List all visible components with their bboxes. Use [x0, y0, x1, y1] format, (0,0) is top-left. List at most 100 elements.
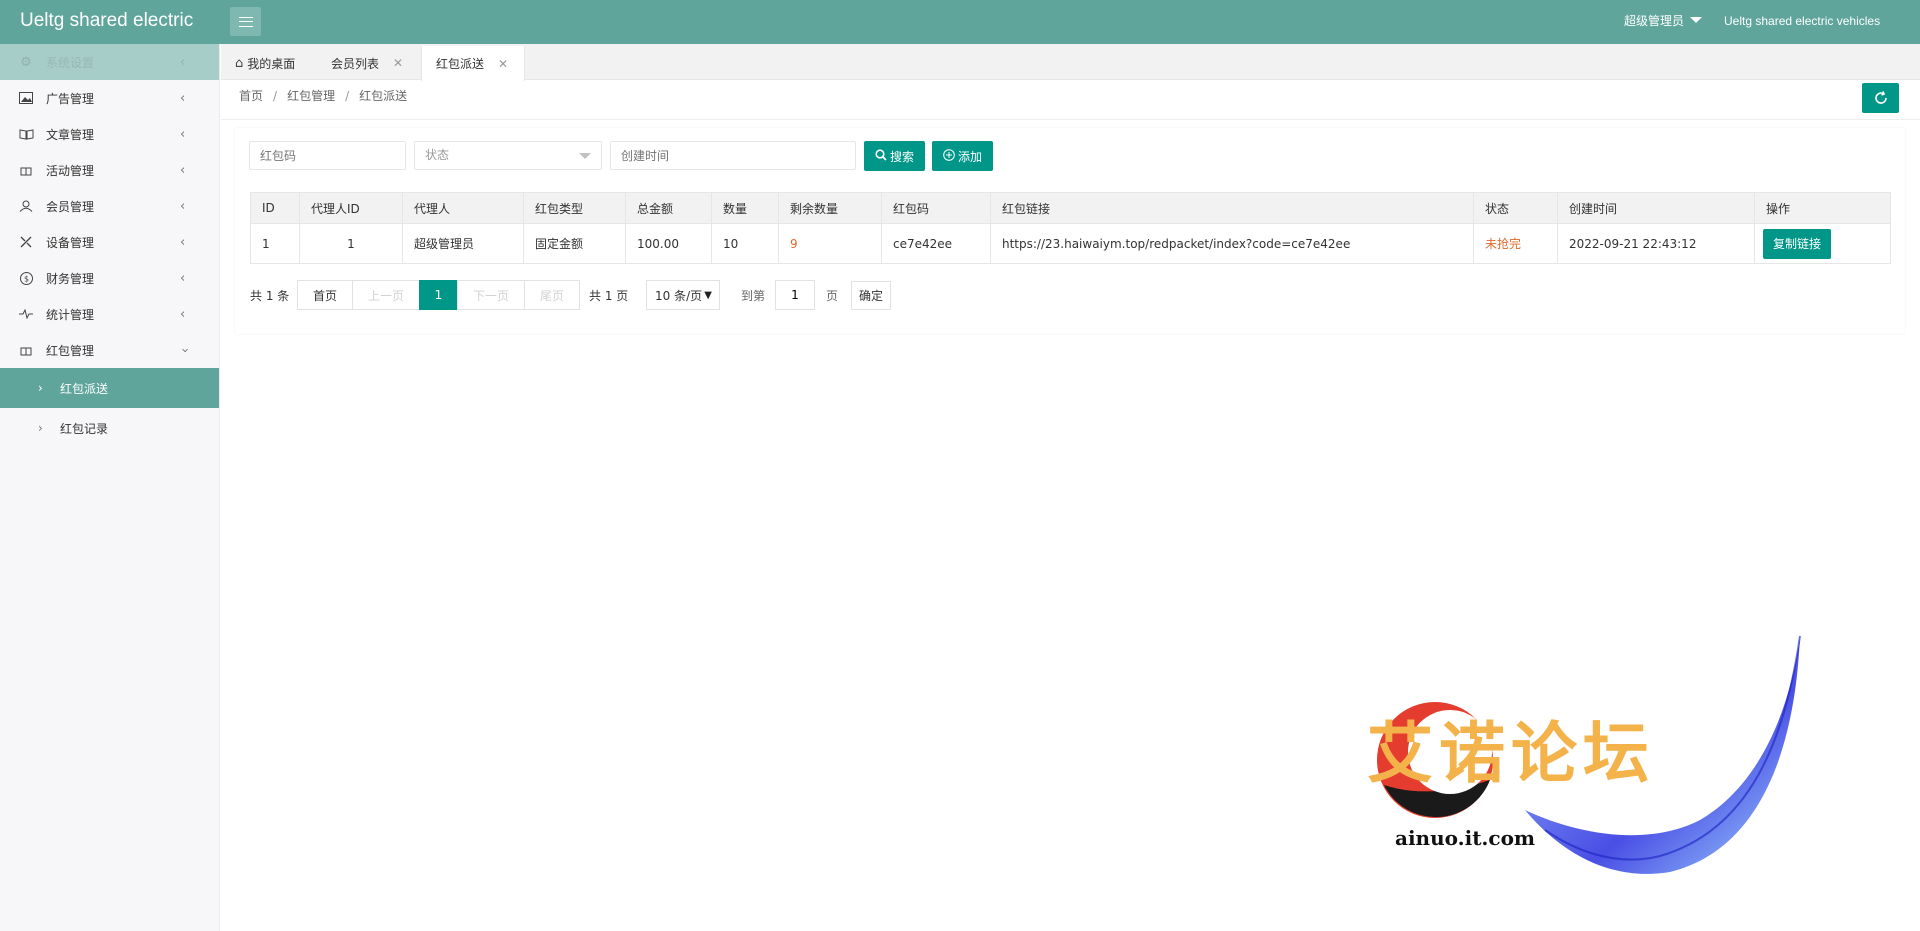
pagination-next-button[interactable]: 下一页	[457, 280, 525, 310]
tools-icon	[18, 234, 34, 250]
close-icon[interactable]: ✕	[393, 56, 403, 70]
book-icon	[18, 126, 34, 142]
breadcrumb-current: 红包派送	[359, 89, 408, 103]
chevron-right-icon: ›	[38, 381, 43, 395]
column-header-count: 数量	[711, 192, 779, 224]
gift-icon	[18, 342, 34, 358]
cell-agent-id: 1	[299, 223, 403, 264]
menu-toggle-button[interactable]	[230, 7, 261, 36]
per-page-value: 10 条/页	[655, 288, 703, 303]
status-select-placeholder: 状态	[425, 148, 450, 162]
cell-remaining: 9	[778, 223, 882, 264]
pagination-total: 共 1 条	[250, 289, 290, 303]
sidebar-item-statistics[interactable]: 统计管理 ‹	[0, 296, 219, 332]
pagination-first-button[interactable]: 首页	[297, 280, 353, 310]
cell-agent: 超级管理员	[402, 223, 524, 264]
app-logo[interactable]: Ueltg shared electric	[20, 0, 193, 44]
user-name: 超级管理员	[1624, 14, 1685, 28]
sidebar-item-devices[interactable]: 设备管理 ‹	[0, 224, 219, 260]
tab-label: 红包派送	[436, 57, 485, 71]
refresh-icon	[1874, 91, 1887, 104]
copy-link-button[interactable]: 复制链接	[1763, 228, 1831, 259]
user-menu[interactable]: 超级管理员	[1624, 0, 1703, 44]
cell-type: 固定金额	[523, 223, 626, 264]
chevron-left-icon: ‹	[180, 199, 186, 214]
table-header-row: ID 代理人ID 代理人 红包类型 总金额 数量 剩余数量 红包码 红包链接 状…	[250, 192, 1891, 224]
tab-label: 会员列表	[331, 56, 380, 71]
tab-member-list[interactable]: 会员列表 ✕	[331, 46, 403, 80]
cell-action: 复制链接	[1754, 223, 1891, 264]
column-header-agent-id: 代理人ID	[299, 192, 403, 224]
chevron-right-icon: ›	[38, 421, 43, 435]
users-icon	[18, 198, 34, 214]
pagination-current-page[interactable]: 1	[419, 280, 458, 310]
gift-icon	[18, 162, 34, 178]
table-row: 1 1 超级管理员 固定金额 100.00 10 9 ce7e42ee http…	[250, 223, 1891, 264]
chevron-down-icon: ▼	[704, 290, 712, 301]
plus-circle-icon	[943, 148, 955, 164]
add-button[interactable]: 添加	[932, 141, 993, 171]
pagination-last-button[interactable]: 尾页	[524, 280, 580, 310]
status-select[interactable]: 状态	[414, 141, 602, 170]
tab-desktop[interactable]: ⌂ 我的桌面	[235, 46, 295, 80]
search-button[interactable]: 搜索	[864, 141, 925, 171]
pagination-confirm-button[interactable]: 确定	[851, 281, 891, 310]
pagination-page-unit: 页	[826, 289, 839, 303]
sidebar-item-red-packet[interactable]: 红包管理 ‹	[0, 332, 219, 368]
breadcrumb: 首页 / 红包管理 / 红包派送	[239, 87, 408, 104]
chevron-left-icon: ‹	[180, 235, 186, 250]
sidebar-item-articles[interactable]: 文章管理 ‹	[0, 116, 219, 152]
pulse-icon	[18, 306, 34, 322]
column-header-link: 红包链接	[990, 192, 1474, 224]
red-packet-code-input[interactable]	[249, 141, 406, 170]
column-header-agent: 代理人	[402, 192, 524, 224]
per-page-select[interactable]: 10 条/页 ▼	[646, 280, 720, 310]
column-header-type: 红包类型	[523, 192, 626, 224]
sidebar-item-activities[interactable]: 活动管理 ‹	[0, 152, 219, 188]
sidebar-item-finance[interactable]: $ 财务管理 ‹	[0, 260, 219, 296]
cell-status: 未抢完	[1473, 223, 1558, 264]
chevron-down-icon: ‹	[178, 347, 194, 354]
breadcrumb-red-packet[interactable]: 红包管理	[287, 87, 335, 104]
cell-link: https://23.haiwaiym.top/redpacket/index?…	[990, 223, 1474, 264]
column-header-total: 总金额	[625, 192, 712, 224]
created-time-input[interactable]	[610, 141, 856, 170]
triangle-down-icon	[579, 153, 591, 159]
tab-label: 我的桌面	[247, 56, 296, 71]
refresh-button[interactable]	[1862, 83, 1899, 113]
breadcrumb-home[interactable]: 首页	[239, 87, 263, 104]
sidebar-item-ads[interactable]: 广告管理 ‹	[0, 80, 219, 116]
top-header: Ueltg shared electric 超级管理员 Ueltg shared…	[0, 0, 1920, 44]
sidebar-subitem-label: 红包派送	[60, 381, 109, 396]
svg-text:$: $	[23, 274, 28, 283]
sidebar-item-label: 财务管理	[46, 271, 95, 286]
chevron-left-icon: ‹	[180, 307, 186, 322]
pagination-page-count: 共 1 页	[589, 289, 629, 303]
sidebar-item-label: 统计管理	[46, 307, 95, 322]
sidebar-item-label: 设备管理	[46, 235, 95, 250]
close-icon[interactable]: ✕	[498, 57, 508, 71]
red-packet-table: ID 代理人ID 代理人 红包类型 总金额 数量 剩余数量 红包码 红包链接 状…	[250, 192, 1891, 264]
pagination-prev-button[interactable]: 上一页	[352, 280, 420, 310]
cell-id: 1	[250, 223, 300, 264]
chevron-left-icon: ‹	[180, 163, 186, 178]
search-icon	[875, 148, 887, 164]
sidebar-item-label: 红包管理	[46, 343, 95, 358]
site-name-link[interactable]: Ueltg shared electric vehicles	[1724, 0, 1880, 44]
watermark-url: ainuo.it.com	[1395, 826, 1536, 850]
column-header-status: 状态	[1473, 192, 1558, 224]
sidebar-subitem-red-packet-send[interactable]: › 红包派送	[0, 368, 219, 408]
column-header-created: 创建时间	[1557, 192, 1755, 224]
sidebar-item-label: 广告管理	[46, 91, 95, 106]
pagination-page-input[interactable]	[775, 280, 815, 310]
pagination-goto-label: 到第	[741, 289, 766, 303]
sidebar-item-label: 活动管理	[46, 163, 95, 178]
sidebar-item-system-settings[interactable]: ⚙ 系统设置 ‹	[0, 44, 219, 80]
image-icon	[18, 90, 34, 106]
column-header-action: 操作	[1754, 192, 1891, 224]
sidebar-subitem-red-packet-records[interactable]: › 红包记录	[0, 408, 219, 448]
tab-red-packet-send[interactable]: 红包派送 ✕	[421, 46, 525, 81]
dollar-icon: $	[18, 270, 34, 286]
sidebar-item-members[interactable]: 会员管理 ‹	[0, 188, 219, 224]
column-header-remaining: 剩余数量	[778, 192, 882, 224]
